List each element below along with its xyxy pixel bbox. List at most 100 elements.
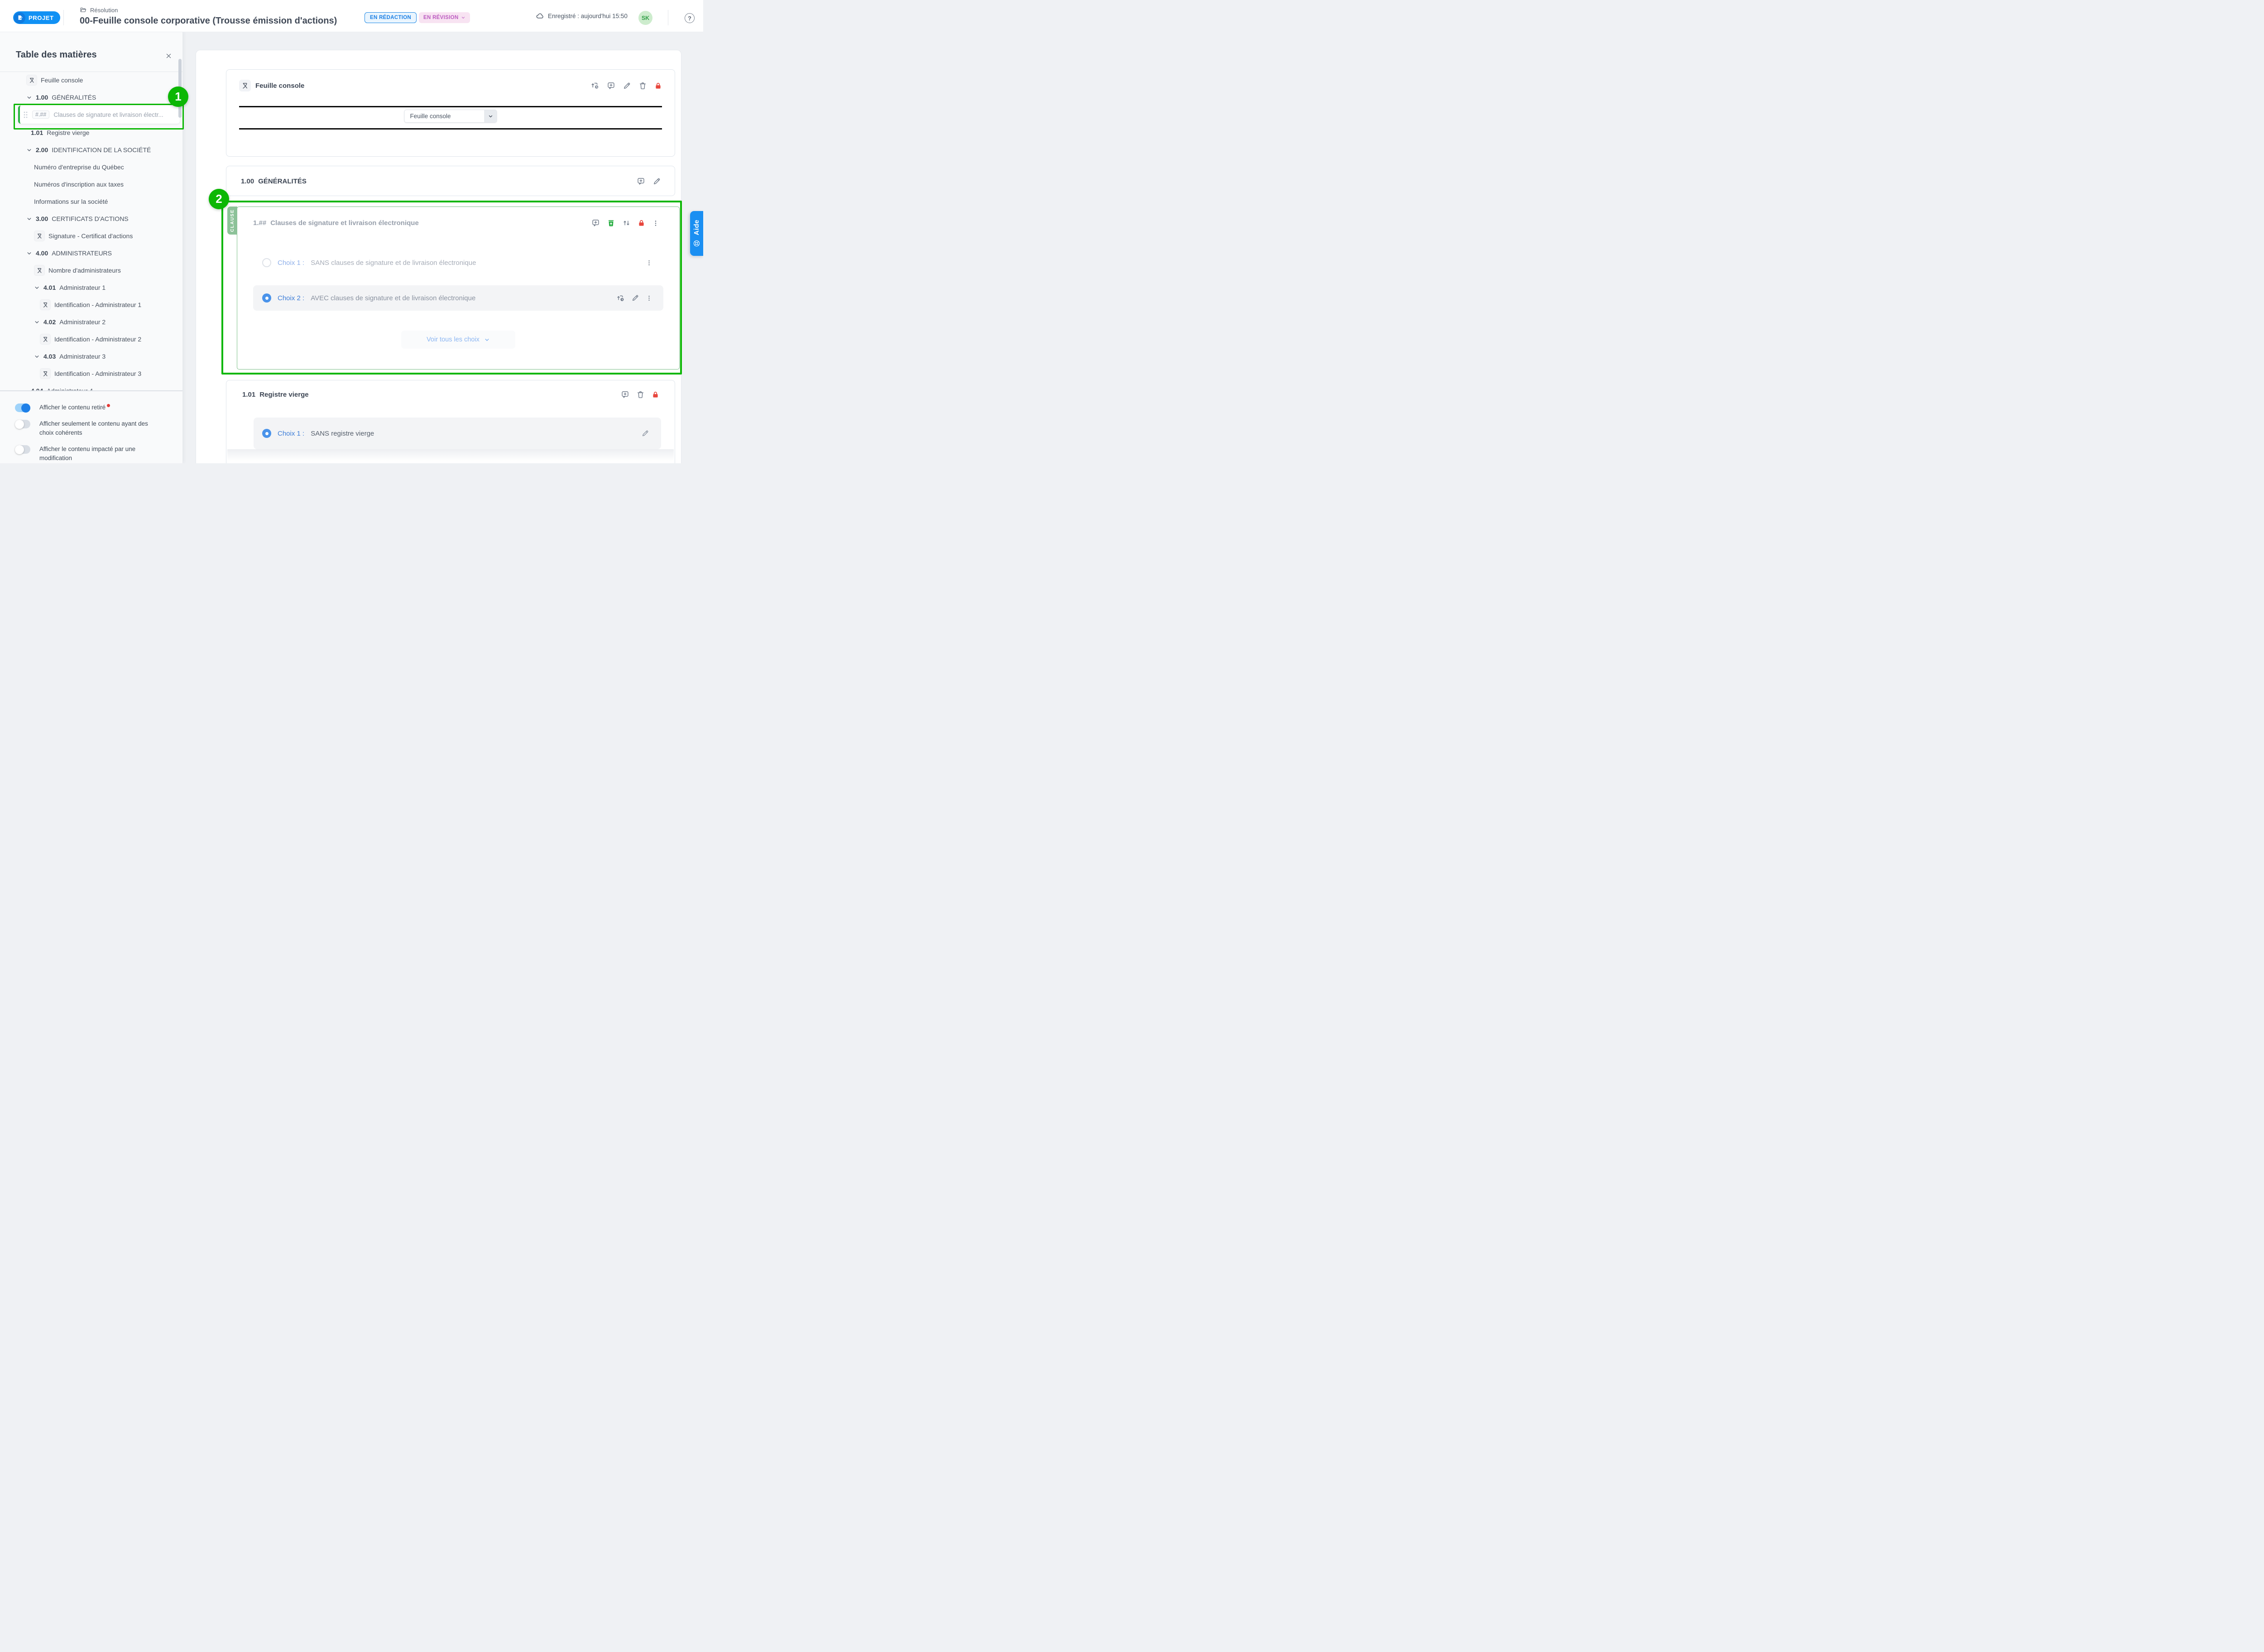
chevron-down-icon[interactable] [34,354,40,360]
toc-item[interactable]: 4.03Administrateur 3 [0,348,182,365]
toc-item[interactable]: Numéro d'entreprise du Québec [0,158,182,176]
toc-item-number: 3.00 [36,215,48,222]
toc-item-label: Numéros d'inscription aux taxes [34,181,124,188]
toc-item[interactable]: Identification - Administrateur 3 [0,365,182,382]
toc-item[interactable]: 1.00GÉNÉRALITÉS [0,89,182,106]
toc-item[interactable]: 1.01Registre vierge [0,124,182,141]
projet-logo: PROJET [13,11,60,24]
console-sheet-select[interactable]: Feuille console [404,110,497,123]
toc-item[interactable]: Signature - Certificat d'actions [0,227,182,245]
add-comment-icon[interactable] [637,177,645,186]
kebab-menu-icon[interactable] [652,220,659,227]
clause-number-badge: #.## [32,110,49,119]
toc-drag-card[interactable]: #.##Clauses de signature et livraison él… [18,106,180,124]
edit-pencil-icon[interactable] [652,177,661,186]
delete-trash-icon[interactable] [636,390,645,399]
toc-item[interactable]: 4.00ADMINISTRATEURS [0,245,182,262]
top-header: PROJET Résolution 00-Feuille console cor… [0,0,703,32]
delete-trash-icon[interactable] [638,82,647,90]
toc-item[interactable]: 2.00IDENTIFICATION DE LA SOCIÉTÉ [0,141,182,158]
radio-selected[interactable] [262,293,271,303]
radio-unselected[interactable] [262,258,271,267]
toc-item[interactable]: 4.01Administrateur 1 [0,279,182,296]
registre-choice-2[interactable]: Choix 2 : AVEC registre vierge [254,456,661,463]
edit-pencil-icon[interactable] [623,82,631,90]
toc-item-number: 2.00 [36,146,48,154]
version-history-icon[interactable] [616,294,625,303]
signature-icon [40,334,51,345]
document-pen-icon [14,12,25,24]
section-card-registre-vierge: 1.01 Registre vierge Choix 1 : [226,380,675,463]
toc-item-label: Registre vierge [47,129,89,136]
avatar[interactable]: SK [638,11,652,25]
chevron-down-icon[interactable] [26,95,32,101]
toc-item[interactable]: 4.04Administrateur 4 [0,382,182,390]
status-badge-draft[interactable]: EN RÉDACTION [365,12,417,23]
toc-item[interactable]: Numéros d'inscription aux taxes [0,176,182,193]
add-comment-icon[interactable] [621,390,629,399]
page-title: 00-Feuille console corporative (Trousse … [80,16,337,26]
chevron-down-icon[interactable] [34,319,40,325]
lock-icon[interactable] [638,219,645,227]
section-number: 1.01 [242,391,255,399]
toc-item[interactable]: Identification - Administrateur 1 [0,296,182,313]
toc-item[interactable]: 4.02Administrateur 2 [0,313,182,331]
chevron-down-icon[interactable] [26,147,32,153]
edit-pencil-icon[interactable] [631,294,639,302]
section-card-generalites: 1.00 GÉNÉRALITÉS [226,166,675,196]
toc-item[interactable]: 3.00CERTIFICATS D'ACTIONS [0,210,182,227]
add-comment-icon[interactable] [591,219,600,227]
breadcrumb: Résolution [80,6,118,14]
chevron-down-icon[interactable] [34,285,40,291]
toc-item[interactable]: Nombre d'administrateurs [0,262,182,279]
filter-toggle-row: Afficher seulement le contenu ayant des … [15,419,182,437]
status-badge-review[interactable]: EN RÉVISION [419,12,470,23]
toc-item[interactable]: Informations sur la société [0,193,182,210]
app-window: PROJET Résolution 00-Feuille console cor… [0,0,703,463]
toc-item-label: Administrateur 2 [59,318,106,326]
toc-item-label: Feuille console [41,77,83,84]
toc-item-label: Identification - Administrateur 1 [54,301,141,308]
registre-choice-1[interactable]: Choix 1 : SANS registre vierge [254,418,661,449]
lock-icon[interactable] [652,391,659,399]
kebab-menu-icon[interactable] [646,259,652,266]
display-filters-panel: Afficher le contenu retiréAfficher seule… [0,390,182,463]
toc-item-number: 4.03 [43,353,56,360]
drag-handle-icon[interactable] [23,111,28,119]
toc-item-label: Nombre d'administrateurs [48,267,121,274]
signature-icon [34,265,45,276]
logo-label: PROJET [29,14,54,21]
choice-label: Choix 2 : [278,294,304,302]
status-badge-review-label: EN RÉVISION [423,15,458,20]
swap-order-icon[interactable] [622,219,631,227]
close-icon[interactable] [164,52,173,60]
edit-pencil-icon[interactable] [641,429,649,437]
toc-item[interactable]: Feuille console [0,72,182,89]
lock-icon[interactable] [654,82,662,90]
chevron-down-icon[interactable] [26,250,32,256]
restore-content-icon[interactable] [607,219,615,227]
document-rule-line [239,106,662,107]
document-rule-line [239,128,662,130]
clause-choice-2[interactable]: Choix 2 : AVEC clauses de signature et d… [253,285,663,311]
see-all-choices-button[interactable]: Voir tous les choix [401,331,515,349]
signature-icon [26,75,37,86]
help-button[interactable]: ? [685,13,695,23]
add-comment-icon[interactable] [607,82,615,90]
kebab-menu-icon[interactable] [646,295,652,302]
toc-item[interactable]: Identification - Administrateur 2 [0,331,182,348]
section-title: GÉNÉRALITÉS [258,178,307,185]
signature-icon [40,299,51,310]
toc-item-label: Informations sur la société [34,198,108,205]
toggle-switch[interactable] [15,445,30,454]
clause-choice-1[interactable]: Choix 1 : SANS clauses de signature et d… [253,252,663,273]
chevron-down-icon [461,15,465,20]
toggle-switch[interactable] [15,403,30,412]
radio-selected[interactable] [262,429,271,438]
toggle-switch[interactable] [15,420,30,428]
toc-item-highlighted[interactable]: #.##Clauses de signature et livraison él… [0,106,182,124]
help-side-tab[interactable]: Aide [690,211,703,256]
version-history-icon[interactable] [590,81,600,90]
help-tab-label: Aide [693,220,700,235]
chevron-down-icon[interactable] [26,216,32,222]
